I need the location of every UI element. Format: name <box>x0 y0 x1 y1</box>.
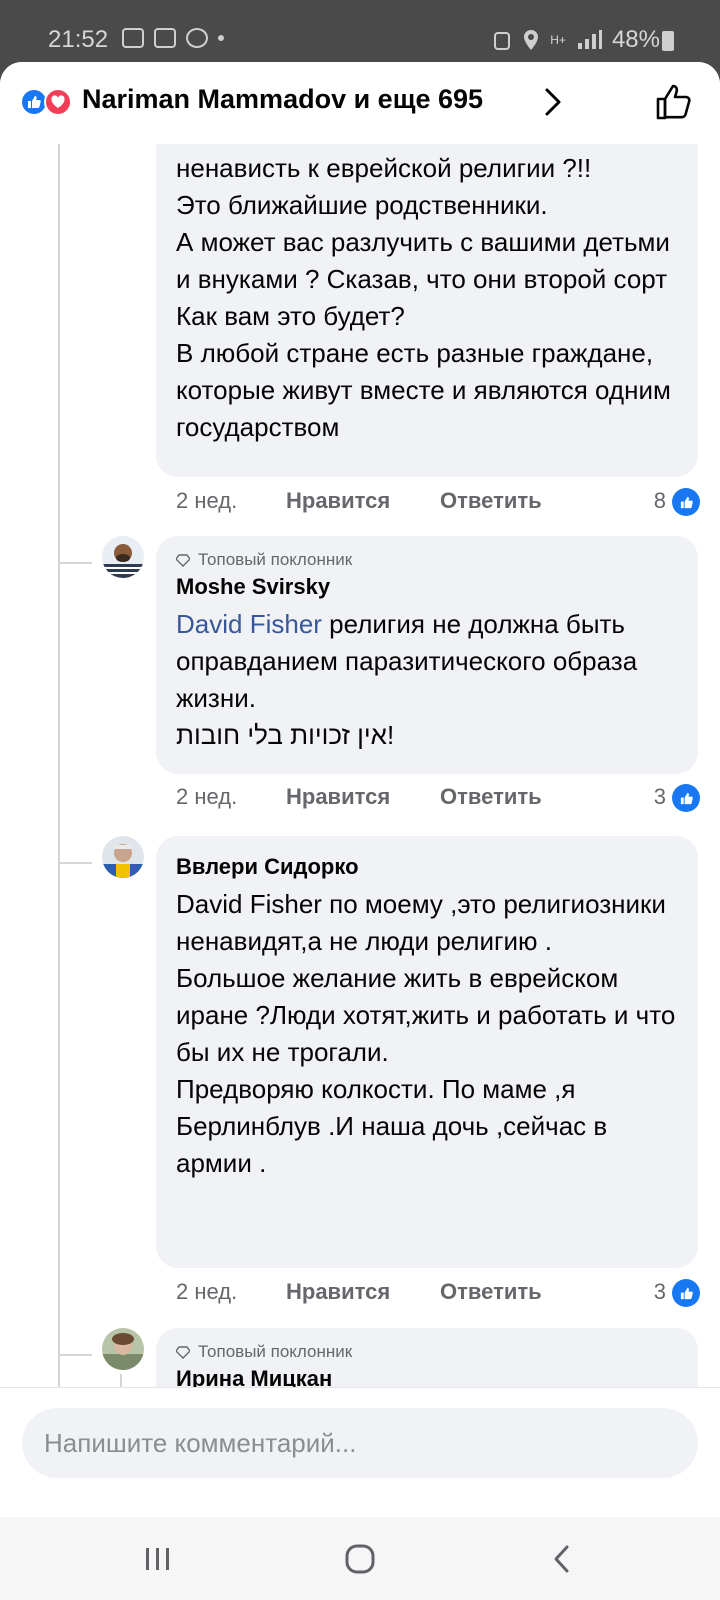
reply-button[interactable]: Ответить <box>440 784 542 810</box>
like-button[interactable]: Нравится <box>286 1279 390 1305</box>
reaction-count[interactable]: 3 <box>654 1279 666 1305</box>
like-reaction-icon[interactable] <box>672 1279 700 1307</box>
signal-icon <box>577 30 602 49</box>
comment-thread: ненависть к еврейской религии ?!! Это бл… <box>0 62 720 1517</box>
comment-time[interactable]: 2 нед. <box>176 784 237 810</box>
network-type: H+ <box>550 33 566 47</box>
comment-bubble[interactable]: Ввлери Сидорко David Fisher по моему ,эт… <box>156 836 698 1268</box>
reply-button[interactable]: Ответить <box>440 1279 542 1305</box>
avatar[interactable] <box>102 1328 144 1370</box>
gallery-notification-icon <box>154 28 176 48</box>
badge-label: Топовый поклонник <box>198 550 353 569</box>
comment-author[interactable]: Ввлери Сидорко <box>176 852 678 882</box>
more-notifications-icon <box>218 35 224 41</box>
home-icon <box>345 1544 375 1574</box>
comment-actions: 2 нед. Нравится Ответить 8 <box>176 488 700 522</box>
like-reaction-icon[interactable] <box>672 488 700 516</box>
comment-actions: 2 нед. Нравится Ответить 3 <box>176 1279 700 1313</box>
reaction-count[interactable]: 8 <box>654 488 666 514</box>
thread-branch <box>58 862 92 864</box>
top-fan-badge: Топовый поклонник <box>176 1342 678 1362</box>
chevron-right-icon[interactable] <box>538 84 568 120</box>
status-time: 21:52 <box>48 26 109 53</box>
love-reaction-icon <box>44 88 72 116</box>
comment-composer <box>0 1387 720 1517</box>
comments-sheet: Nariman Mammadov и еще 695 ненависть к е… <box>0 62 720 1517</box>
mention-link[interactable]: David Fisher <box>176 609 322 639</box>
location-icon <box>524 30 539 50</box>
reaction-icons <box>20 88 76 118</box>
comment-author[interactable]: Moshe Svirsky <box>176 572 678 602</box>
like-button[interactable]: Нравится <box>286 488 390 514</box>
home-button[interactable] <box>338 1537 382 1581</box>
system-icons: H+ 48% <box>492 26 660 54</box>
reply-button[interactable]: Ответить <box>440 488 542 514</box>
top-fan-badge: Топовый поклонник <box>176 550 678 570</box>
back-icon <box>554 1545 569 1573</box>
battery-icon <box>662 31 674 51</box>
comment-bubble[interactable]: ненависть к еврейской религии ?!! Это бл… <box>156 102 698 477</box>
system-nav-bar <box>0 1517 720 1600</box>
comment-text: David Fisher по моему ,это религиозники … <box>176 889 676 1178</box>
comment-bubble[interactable]: Топовый поклонник Moshe Svirsky David Fi… <box>156 536 698 774</box>
recent-apps-button[interactable] <box>136 1537 180 1581</box>
thread-branch <box>58 1354 92 1356</box>
chrome-notification-icon <box>186 28 208 48</box>
messenger-notification-icon <box>122 28 144 48</box>
comment-input[interactable] <box>22 1408 698 1478</box>
avatar[interactable] <box>102 836 144 878</box>
status-bar: 21:52 H+ 48% <box>0 0 720 62</box>
like-post-icon[interactable] <box>652 80 696 124</box>
reactions-header[interactable]: Nariman Mammadov и еще 695 <box>0 62 720 144</box>
thread-branch <box>58 562 92 564</box>
comment-text: ненависть к еврейской религии ?!! Это бл… <box>176 153 671 442</box>
diamond-icon <box>176 554 190 567</box>
back-button[interactable] <box>540 1537 584 1581</box>
alarm-icon <box>494 32 511 50</box>
reactions-summary[interactable]: Nariman Mammadov и еще 695 <box>82 84 483 115</box>
comment-time[interactable]: 2 нед. <box>176 488 237 514</box>
like-reaction-icon[interactable] <box>672 784 700 812</box>
like-button[interactable]: Нравится <box>286 784 390 810</box>
reaction-count[interactable]: 3 <box>654 784 666 810</box>
comment-time[interactable]: 2 нед. <box>176 1279 237 1305</box>
thread-line <box>58 144 60 1449</box>
badge-label: Топовый поклонник <box>198 1342 353 1361</box>
avatar[interactable] <box>102 536 144 578</box>
battery-percent: 48% <box>611 26 660 53</box>
comment-actions: 2 нед. Нравится Ответить 3 <box>176 784 700 818</box>
notification-icons <box>122 28 224 48</box>
diamond-icon <box>176 1346 190 1359</box>
recent-apps-icon <box>146 1548 169 1570</box>
